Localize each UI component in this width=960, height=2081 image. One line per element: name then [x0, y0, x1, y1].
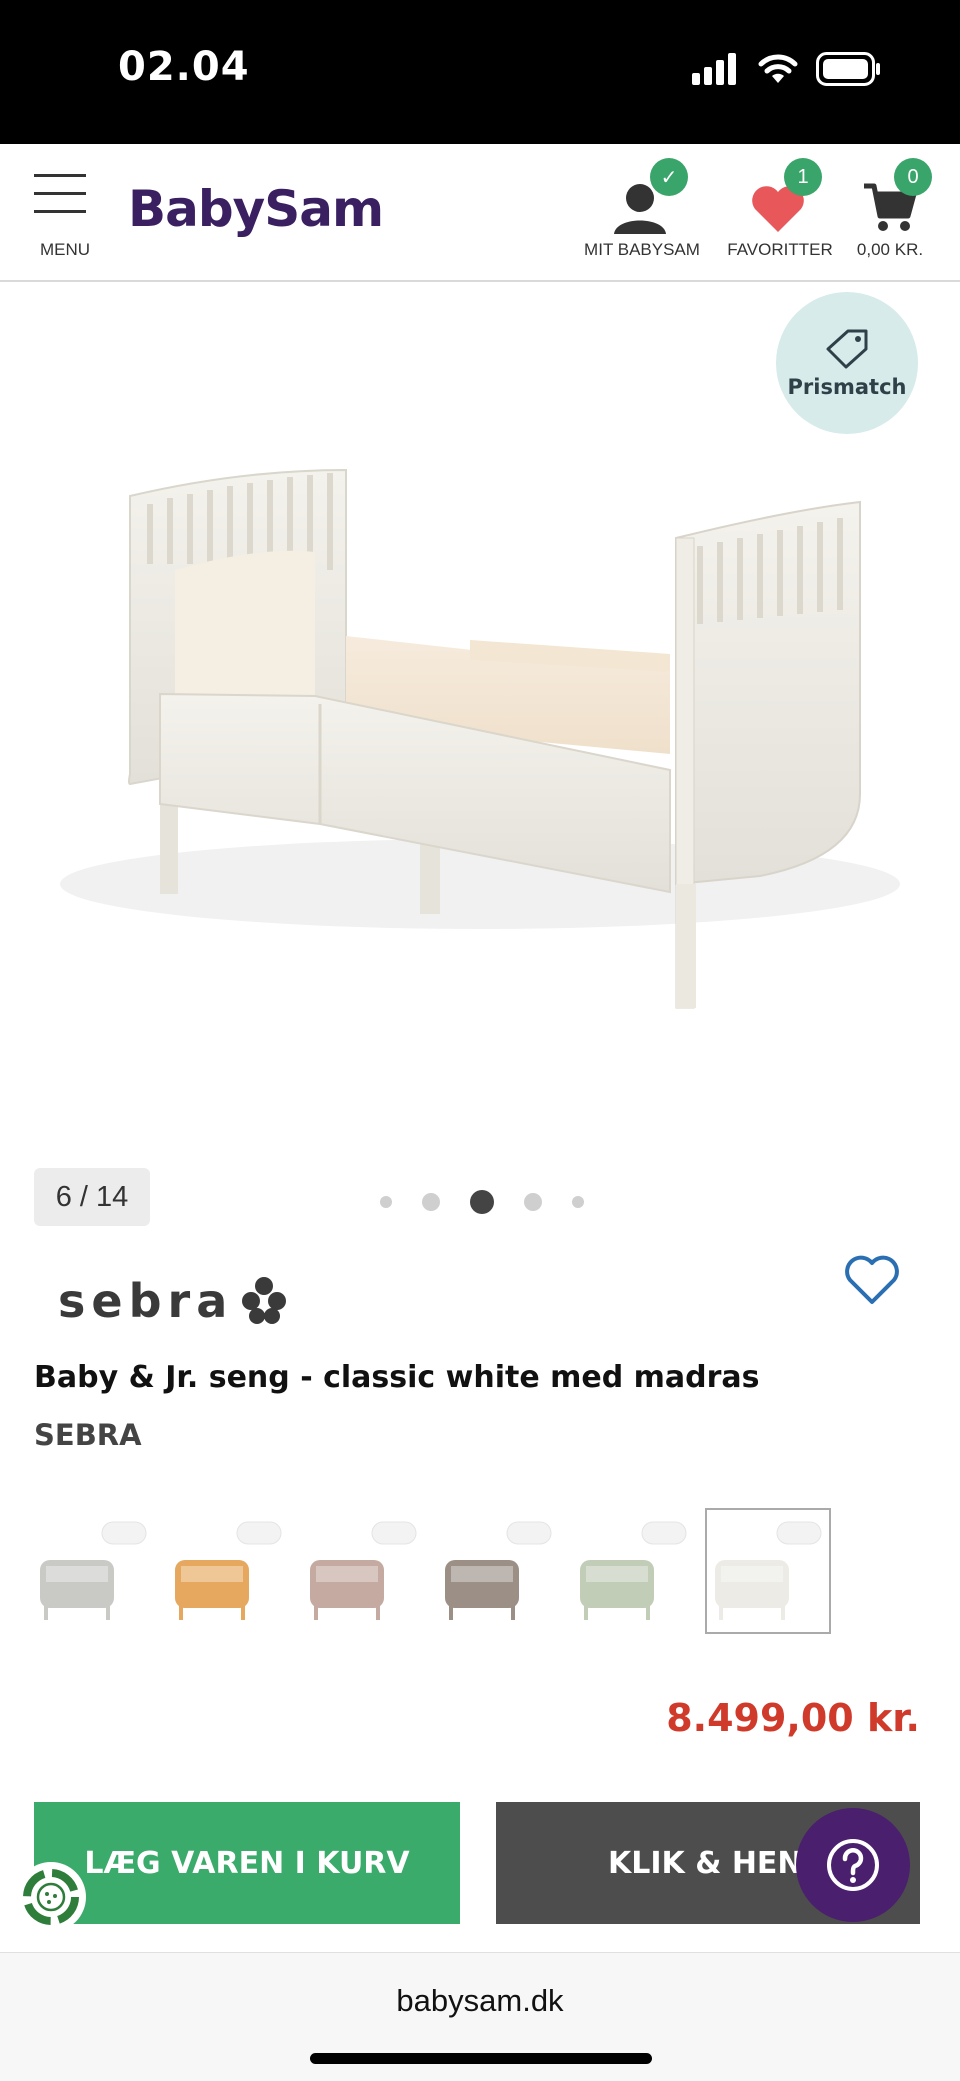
status-time: 02.04 [118, 44, 250, 90]
site-header: MENU BabySam ✓ MIT BABYSAM 1 FAVORITTER … [0, 144, 960, 282]
browser-bottom-bar: babysam.dk [0, 1952, 960, 2081]
home-indicator[interactable] [310, 2053, 652, 2064]
account-check-badge: ✓ [650, 158, 688, 196]
cart-count-badge: 0 [894, 158, 932, 196]
favorites-label: FAVORITTER [727, 240, 833, 259]
product-title: Baby & Jr. seng - classic white med madr… [34, 1360, 760, 1395]
crib-thumbnail-icon [40, 1521, 147, 1620]
product-brand[interactable]: SEBRA [34, 1418, 142, 1452]
variant-swatch[interactable] [30, 1508, 156, 1634]
price-tag-icon [826, 329, 868, 369]
image-counter: 6 / 14 [34, 1168, 150, 1226]
signal-icon [692, 53, 736, 85]
product-price: 8.499,00 kr. [666, 1696, 920, 1740]
product-gallery[interactable]: Prismatch [0, 284, 960, 1124]
crib-thumbnail-icon [175, 1521, 282, 1620]
crib-thumbnail-icon [310, 1521, 417, 1620]
recycle-icon[interactable] [16, 1862, 86, 1932]
hamburger-icon-bar [34, 210, 86, 213]
prismatch-label: Prismatch [787, 375, 907, 399]
favorites-count-badge: 1 [784, 158, 822, 196]
carousel-dot-active[interactable] [470, 1190, 494, 1214]
question-icon [827, 1839, 879, 1891]
carousel-dot[interactable] [524, 1193, 542, 1211]
crib-thumbnail-icon [580, 1521, 687, 1620]
prismatch-button[interactable]: Prismatch [776, 292, 918, 434]
hamburger-icon-bar [34, 192, 86, 195]
variant-swatch[interactable] [435, 1508, 561, 1634]
brand-star-icon [242, 1277, 287, 1324]
carousel-dot[interactable] [422, 1193, 440, 1211]
carousel-dot[interactable] [380, 1196, 392, 1208]
babysam-logo[interactable]: BabySam [128, 180, 384, 238]
favorite-heart-icon[interactable] [844, 1254, 900, 1306]
status-icons [692, 52, 882, 86]
menu-label: MENU [40, 240, 91, 259]
crib-thumbnail-icon [445, 1521, 552, 1620]
cart-button[interactable]: 0 0,00 KR. [848, 158, 932, 268]
status-bar: 02.04 [0, 0, 960, 144]
account-button[interactable]: ✓ MIT BABYSAM [580, 158, 704, 268]
add-to-cart-button[interactable]: LÆG VAREN I KURV [34, 1802, 460, 1924]
favorites-button[interactable]: 1 FAVORITTER [724, 158, 836, 268]
sebra-brand-logo[interactable]: sebra [58, 1274, 287, 1328]
variant-swatch[interactable] [300, 1508, 426, 1634]
carousel-dots[interactable] [380, 1190, 584, 1214]
battery-icon [816, 52, 880, 86]
crib-thumbnail-icon [715, 1521, 822, 1620]
carousel-dot[interactable] [572, 1196, 584, 1208]
cart-total-label: 0,00 KR. [856, 240, 924, 259]
help-button[interactable] [796, 1808, 910, 1922]
eco-cycle-icon [23, 1869, 79, 1925]
variant-swatch[interactable] [705, 1508, 831, 1634]
variant-swatches [30, 1508, 831, 1634]
url-label[interactable]: babysam.dk [0, 1983, 960, 2019]
variant-swatch[interactable] [165, 1508, 291, 1634]
brand-logo-text: sebra [58, 1274, 234, 1328]
wifi-icon [758, 54, 798, 83]
variant-swatch[interactable] [570, 1508, 696, 1634]
account-label: MIT BABYSAM [584, 240, 700, 259]
hamburger-icon [34, 174, 86, 177]
